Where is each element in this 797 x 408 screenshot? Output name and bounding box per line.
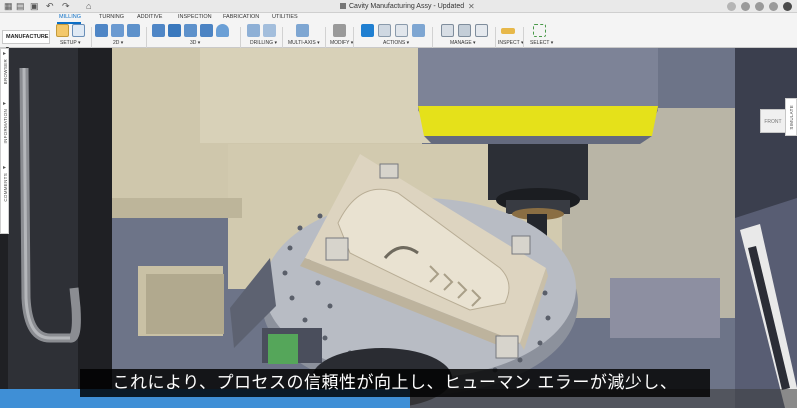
post-process-icon[interactable]: [395, 24, 408, 37]
close-icon[interactable]: ✕: [468, 1, 475, 12]
left-panel-strip: ▸ BROWSER ▸ INFORMATION ▸ COMMENTS: [0, 48, 9, 234]
2d-pocket-icon[interactable]: [111, 24, 124, 37]
hole-recognition-icon[interactable]: [263, 24, 276, 37]
simulate-panel-tab[interactable]: SIMULATE: [789, 105, 794, 130]
select-icon[interactable]: [533, 24, 546, 37]
measure-icon[interactable]: [501, 28, 515, 34]
help-icon[interactable]: [741, 2, 750, 11]
select-menu[interactable]: SELECT ▾: [530, 40, 553, 46]
setup-sheet-icon[interactable]: [72, 24, 85, 37]
3d-scallop-icon[interactable]: [200, 24, 213, 37]
drilling-menu[interactable]: DRILLING ▾: [250, 40, 277, 46]
group-divider: [495, 27, 496, 49]
inspect-menu[interactable]: INSPECT ▾: [498, 40, 523, 46]
3d-parallel-icon[interactable]: [184, 24, 197, 37]
setup-menu[interactable]: SETUP ▾: [60, 40, 80, 46]
setup-folder-icon[interactable]: [56, 24, 69, 37]
group-divider: [432, 27, 433, 49]
3d-steep-shallow-icon[interactable]: [216, 24, 229, 37]
group-divider: [282, 27, 283, 49]
tab-inspection[interactable]: INSPECTION: [178, 14, 212, 21]
group-divider: [523, 27, 524, 49]
3d-menu[interactable]: 3D ▾: [190, 40, 200, 46]
2d-menu[interactable]: 2D ▾: [113, 40, 123, 46]
side-block-shadow: [146, 274, 224, 334]
information-panel-tab[interactable]: INFORMATION: [3, 109, 8, 143]
home-icon[interactable]: ⌂: [86, 1, 91, 12]
help-center-icon[interactable]: [769, 2, 778, 11]
group-divider: [240, 27, 241, 49]
spindle-yellow-band: [418, 106, 658, 136]
machine-scene: [0, 48, 797, 408]
group-divider: [353, 27, 354, 49]
document-icon: [340, 3, 346, 10]
actions-menu[interactable]: ACTIONS ▾: [383, 40, 409, 46]
tab-utilities[interactable]: UTILITIES: [272, 14, 298, 21]
expand-arrow-icon[interactable]: ▸: [3, 165, 6, 171]
3d-pocket-icon[interactable]: [168, 24, 181, 37]
tab-turning[interactable]: TURNING: [99, 14, 124, 21]
tab-fabrication[interactable]: FABRICATION: [223, 14, 259, 21]
simulate-panel-strip[interactable]: SIMULATE: [785, 98, 797, 136]
expand-arrow-icon[interactable]: ▸: [3, 101, 6, 107]
spindle-skirt: [424, 136, 652, 144]
account-avatar[interactable]: [783, 2, 792, 11]
document-tab[interactable]: Cavity Manufacturing Assy - Updated v2*: [340, 1, 470, 21]
template-library-icon[interactable]: [458, 24, 471, 37]
fusion-window: ▦ ▤ ▣ ↶ ↷ ⌂ Cavity Manufacturing Assy - …: [0, 0, 797, 408]
title-bar: ▦ ▤ ▣ ↶ ↷ ⌂ Cavity Manufacturing Assy - …: [0, 0, 797, 21]
modify-menu[interactable]: MODIFY ▾: [330, 40, 353, 46]
add-tab-icon[interactable]: [727, 2, 736, 11]
wall-ledge: [112, 198, 242, 218]
browser-panel-tab[interactable]: BROWSER: [3, 59, 8, 84]
notifications-icon[interactable]: [755, 2, 764, 11]
tab-milling[interactable]: MILLING: [59, 14, 81, 21]
post-library-icon[interactable]: [475, 24, 488, 37]
group-divider: [91, 27, 92, 49]
file-icon[interactable]: ▤: [16, 1, 25, 12]
save-icon[interactable]: ▣: [30, 1, 39, 12]
redo-icon[interactable]: ↷: [62, 1, 70, 12]
simulate-icon[interactable]: [361, 24, 374, 37]
multi-axis-menu[interactable]: MULTI-AXIS ▾: [288, 40, 320, 46]
simulate-with-machine-icon[interactable]: [378, 24, 391, 37]
machine-door: [8, 48, 78, 408]
2d-adaptive-icon[interactable]: [95, 24, 108, 37]
workspace-switcher[interactable]: MANUFACTURE ▾: [2, 30, 50, 52]
setup-sheet-action-icon[interactable]: [412, 24, 425, 37]
toolbar-ribbon: MANUFACTURE ▾ MILLING TURNING ADDITIVE I…: [0, 13, 797, 52]
group-divider: [146, 27, 147, 49]
modify-scissors-icon[interactable]: [333, 24, 346, 37]
undo-icon[interactable]: ↶: [46, 1, 54, 12]
expand-arrow-icon[interactable]: ▸: [3, 51, 6, 57]
manage-menu[interactable]: MANAGE ▾: [450, 40, 476, 46]
3d-adaptive-icon[interactable]: [152, 24, 165, 37]
view-cube[interactable]: FRONT: [760, 109, 786, 133]
subtitle-caption: これにより、プロセスの信頼性が向上し、ヒューマン エラーが減少し、: [80, 369, 710, 397]
axis-indicator: [268, 334, 298, 364]
tab-additive[interactable]: ADDITIVE: [137, 14, 162, 21]
multi-axis-icon[interactable]: [296, 24, 309, 37]
spindle-housing-top: [418, 48, 658, 110]
graphics-viewport[interactable]: ▸ BROWSER ▸ INFORMATION ▸ COMMENTS SIMUL…: [0, 48, 797, 408]
group-divider: [325, 27, 326, 49]
drill-icon[interactable]: [247, 24, 260, 37]
tool-library-icon[interactable]: [441, 24, 454, 37]
right-base: [610, 278, 720, 338]
apps-icon[interactable]: ▦: [4, 1, 13, 12]
comments-panel-tab[interactable]: COMMENTS: [3, 173, 8, 202]
2d-contour-icon[interactable]: [127, 24, 140, 37]
